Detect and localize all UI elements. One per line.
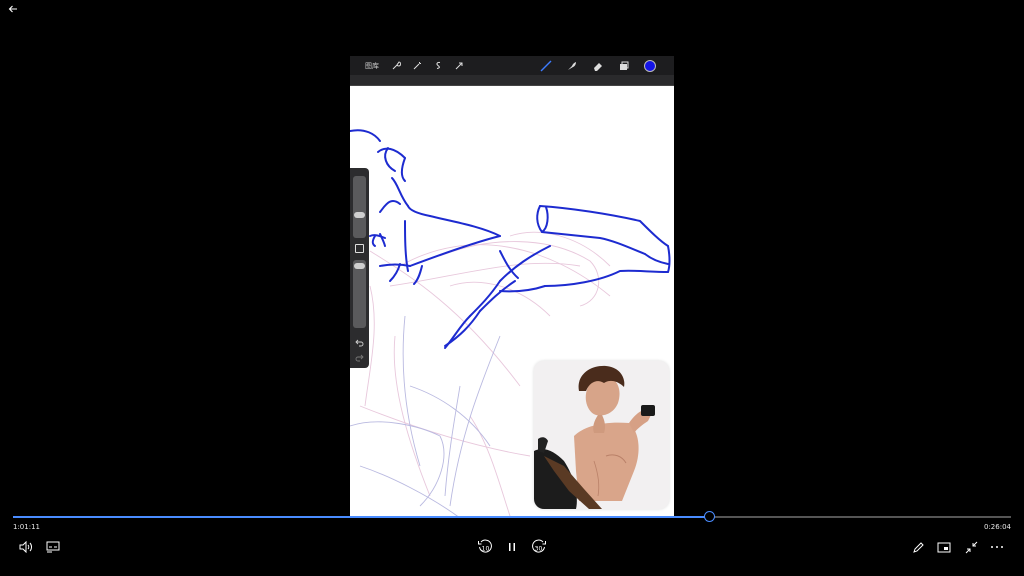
- skip-forward-seconds: 30: [535, 546, 543, 553]
- color-swatch: [644, 59, 656, 72]
- reference-photo-overlay: [534, 361, 669, 509]
- time-elapsed: 1:01:11: [13, 523, 40, 531]
- forward-30-icon: 30: [532, 539, 546, 553]
- skip-forward-button[interactable]: 30: [530, 539, 548, 555]
- redo-button[interactable]: [354, 353, 365, 362]
- miniplayer-icon: [937, 542, 951, 552]
- pause-button[interactable]: [504, 539, 520, 555]
- time-remaining: 0:26:04: [984, 523, 1011, 531]
- redo-icon: [355, 354, 364, 361]
- opacity-slider[interactable]: [353, 260, 366, 328]
- edit-button[interactable]: [910, 539, 926, 555]
- brush-icon: [540, 60, 552, 72]
- blue-ink-lines: [350, 129, 671, 349]
- captions-icon: [46, 541, 60, 553]
- modify-button[interactable]: [355, 244, 364, 253]
- brush-size-handle[interactable]: [354, 212, 365, 219]
- exit-fullscreen-button[interactable]: [963, 539, 979, 555]
- procreate-toolbar: 图库: [350, 56, 674, 75]
- sidebar-panel: [350, 168, 369, 368]
- volume-button[interactable]: [18, 539, 34, 555]
- seek-bar-thumb[interactable]: [703, 511, 715, 522]
- skip-back-button[interactable]: 10: [476, 539, 494, 555]
- skip-back-seconds: 10: [482, 546, 490, 553]
- transform-arrow-icon: [453, 60, 465, 72]
- opacity-handle[interactable]: [354, 263, 365, 270]
- undo-button[interactable]: [354, 338, 365, 347]
- pencil-icon: [912, 541, 924, 553]
- seek-bar-progress: [13, 516, 710, 518]
- reference-photo: [534, 361, 669, 509]
- video-player: 图库 1:01:11 0:26:04 10 30: [0, 0, 1024, 576]
- miniplayer-button[interactable]: [936, 539, 952, 555]
- lavender-sketch: [350, 315, 501, 518]
- exit-fullscreen-icon: [965, 541, 977, 553]
- undo-icon: [355, 339, 364, 346]
- magic-wand-icon: [411, 60, 423, 72]
- more-options-button[interactable]: [989, 539, 1005, 555]
- more-options-icon: [991, 546, 1003, 548]
- smudge-icon: [566, 60, 578, 72]
- captions-button[interactable]: [45, 539, 61, 555]
- gallery-button: 图库: [365, 61, 379, 70]
- volume-icon: [19, 541, 32, 553]
- seek-bar[interactable]: [13, 511, 1011, 522]
- layers-icon: [618, 60, 630, 72]
- procreate-subbar: [350, 75, 674, 86]
- video-frame[interactable]: 图库: [350, 56, 674, 518]
- selection-icon: [432, 60, 444, 72]
- wrench-icon: [390, 60, 402, 72]
- back-arrow-icon: [8, 5, 17, 13]
- eraser-icon: [592, 60, 604, 72]
- pause-icon: [509, 543, 515, 551]
- brush-size-slider[interactable]: [353, 176, 366, 238]
- replay-10-icon: 10: [478, 539, 492, 553]
- back-button[interactable]: [4, 0, 22, 18]
